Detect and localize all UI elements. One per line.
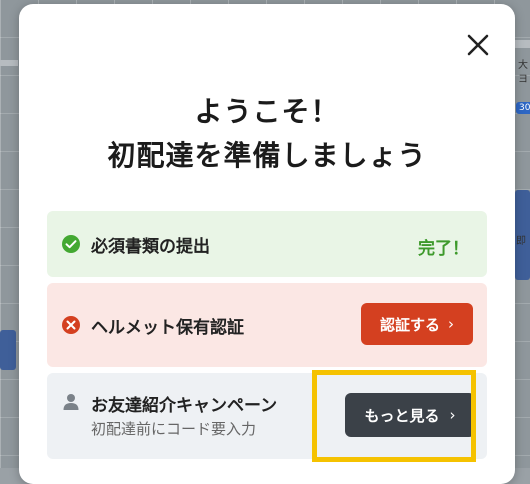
title-line-1: ようこそ！ (194, 95, 340, 128)
chevron-right-icon: › (448, 315, 454, 333)
verify-button-label: 認証する (379, 315, 440, 334)
task-label-referral: お友達紹介キャンペーン (91, 396, 278, 416)
error-circle-icon (62, 316, 80, 334)
check-circle-icon (62, 235, 80, 253)
highlight-box (312, 370, 476, 462)
task-label-documents: 必須書類の提出 (91, 237, 210, 257)
title-line-2: 初配達を準備しましょう (107, 139, 427, 172)
map-road (515, 40, 530, 48)
status-complete: 完了！ (418, 239, 469, 259)
map-route (0, 330, 16, 370)
page-title: ようこそ！ 初配達を準備しましょう (19, 90, 515, 178)
close-button[interactable] (465, 32, 491, 58)
map-label: 大 (518, 60, 528, 71)
task-row-documents: 必須書類の提出 完了！ (47, 211, 487, 277)
map-road (0, 60, 18, 66)
task-label-helmet: ヘルメット保有認証 (91, 318, 244, 338)
map-label: 即 (516, 236, 526, 247)
map-sign: 30 (516, 102, 530, 114)
verify-button[interactable]: 認証する › (361, 303, 473, 345)
map-label: ヨ (518, 74, 528, 85)
close-icon (467, 34, 489, 56)
person-icon (63, 394, 79, 410)
task-row-helmet: ヘルメット保有認証 認証する › (47, 283, 487, 367)
task-sublabel-referral: 初配達前にコード要入力 (91, 420, 257, 438)
